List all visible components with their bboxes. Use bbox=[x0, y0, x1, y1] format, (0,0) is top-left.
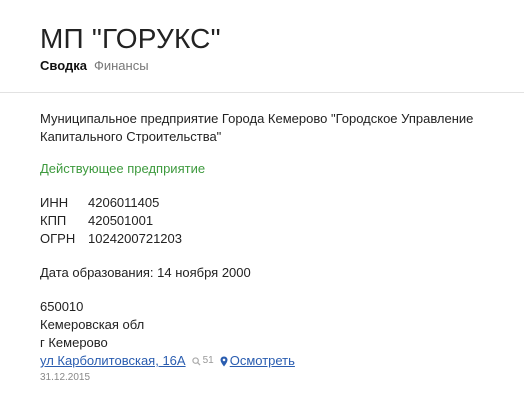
code-value: 1024200721203 bbox=[88, 231, 182, 246]
company-codes: ИНН 4206011405 КПП 420501001 ОГРН 102420… bbox=[40, 194, 480, 248]
city: г Кемерово bbox=[40, 335, 108, 350]
page-header: МП "ГОРУКС" Сводка Финансы bbox=[40, 22, 221, 73]
header-divider bbox=[0, 92, 524, 93]
code-label: ИНН bbox=[40, 195, 69, 210]
tab-finance[interactable]: Финансы bbox=[94, 58, 149, 73]
postal-code: 650010 bbox=[40, 299, 84, 314]
company-full-name: Муниципальное предприятие Города Кемеров… bbox=[40, 111, 474, 144]
search-icon bbox=[191, 356, 201, 366]
code-row-inn: ИНН 4206011405 bbox=[40, 194, 480, 212]
code-row-ogrn: ОГРН 1024200721203 bbox=[40, 230, 480, 248]
company-details: Муниципальное предприятие Города Кемеров… bbox=[40, 110, 480, 385]
address-block: 650010 Кемеровская обл г Кемерово ул Кар… bbox=[40, 298, 480, 385]
code-value: 420501001 bbox=[88, 213, 154, 228]
street-row: ул Карболитовская, 16А 51 Осмотреть bbox=[40, 352, 480, 370]
company-page: МП "ГОРУКС" Сводка Финансы Муниципальное… bbox=[0, 0, 524, 411]
status-badge: Действующее предприятие bbox=[40, 161, 206, 176]
code-label: КПП bbox=[40, 213, 67, 228]
code-label: ОГРН bbox=[40, 231, 76, 246]
map-pin-icon bbox=[220, 356, 228, 366]
code-value: 4206011405 bbox=[88, 195, 160, 210]
map-link[interactable]: Осмотреть bbox=[220, 352, 295, 370]
address-date: 31.12.2015 bbox=[40, 372, 91, 383]
code-row-kpp: КПП 420501001 bbox=[40, 212, 480, 230]
tabs: Сводка Финансы bbox=[40, 58, 221, 73]
page-title: МП "ГОРУКС" bbox=[40, 23, 221, 54]
tab-summary[interactable]: Сводка bbox=[40, 58, 87, 73]
count-value: 51 bbox=[202, 355, 214, 366]
street-link[interactable]: ул Карболитовская, 16А bbox=[40, 352, 186, 370]
map-link-label: Осмотреть bbox=[229, 353, 295, 368]
address-count[interactable]: 51 bbox=[191, 352, 214, 370]
region: Кемеровская обл bbox=[40, 317, 145, 332]
founded-date: Дата образования: 14 ноября 2000 bbox=[40, 265, 251, 280]
